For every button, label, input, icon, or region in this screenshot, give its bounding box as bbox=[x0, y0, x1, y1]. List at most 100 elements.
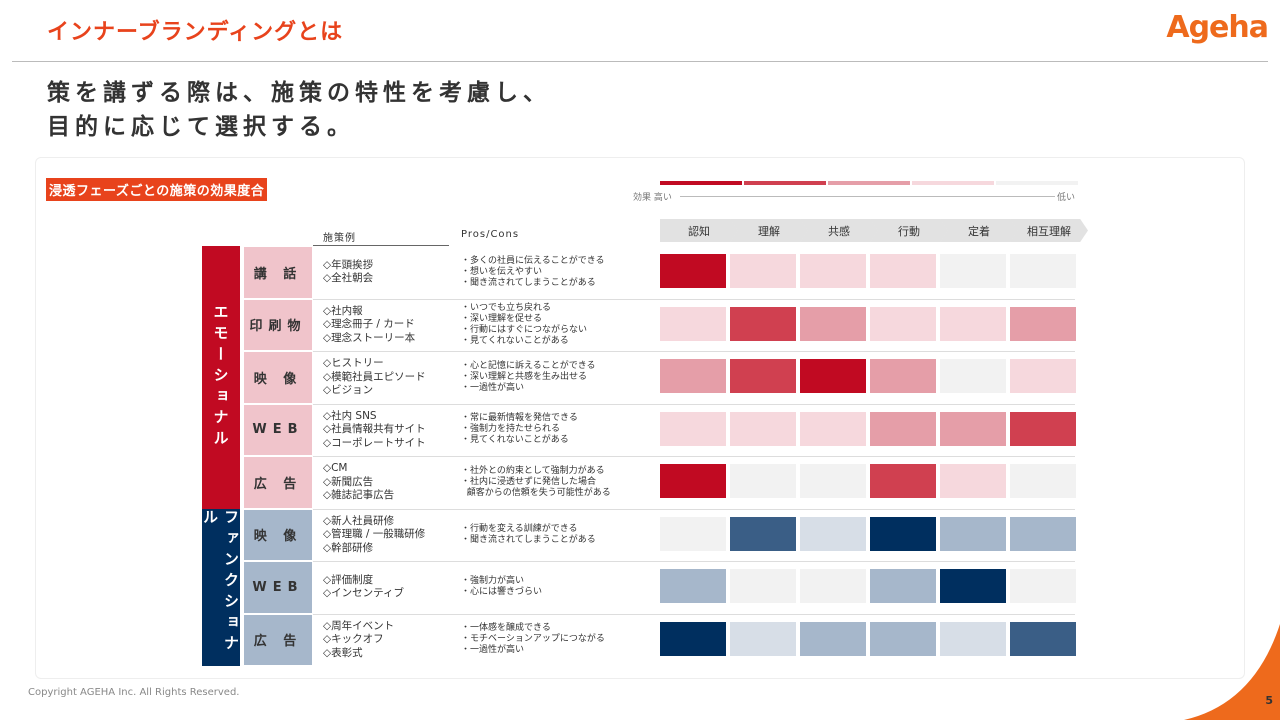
examples-cell: ◇ヒストリー ◇模範社員エピソード ◇ビジョン bbox=[323, 351, 453, 404]
headline-line-2: 目的に応じて選択する。 bbox=[47, 114, 355, 140]
legend-high-label: 効果 高い bbox=[633, 193, 672, 203]
example-item: ◇CM bbox=[323, 462, 348, 474]
example-item: ◇社員情報共有サイト bbox=[323, 423, 426, 435]
example-item: ◇ヒストリー bbox=[323, 357, 384, 369]
effect-cell bbox=[870, 516, 936, 551]
phase-header: 定着 bbox=[940, 219, 1018, 242]
effect-cell bbox=[1010, 621, 1076, 656]
example-item: ◇キックオフ bbox=[323, 633, 384, 645]
pros-cons-item: ・いつでも立ち戻れる bbox=[461, 302, 552, 313]
effect-cell bbox=[1010, 306, 1076, 341]
phase-header: 理解 bbox=[730, 219, 808, 242]
examples-cell: ◇周年イベント ◇キックオフ ◇表彰式 bbox=[323, 614, 453, 667]
pros-cons-cell: ・強制力が高い ・心には響きづらい bbox=[461, 561, 657, 614]
examples-column-header: 施策例 bbox=[323, 233, 356, 244]
example-item: ◇社内報 bbox=[323, 304, 363, 317]
row-label: 映 像 bbox=[244, 509, 312, 560]
pros-cons-item: ・社外との約束として強制力がある bbox=[461, 465, 605, 476]
examples-cell: ◇年頭挨拶 ◇全社朝会 bbox=[323, 246, 453, 299]
effect-cell bbox=[870, 464, 936, 498]
row-label: 広 告 bbox=[244, 614, 312, 665]
effect-cell bbox=[730, 464, 796, 498]
effect-cell bbox=[660, 306, 726, 341]
effect-cell bbox=[660, 569, 726, 603]
row-label: 映 像 bbox=[244, 352, 312, 403]
pros-cons-item: ・強制力が高い bbox=[461, 576, 525, 587]
headline-line-1: 策を講ずる際は、施策の特性を考慮し、 bbox=[47, 80, 551, 106]
page-number: 5 bbox=[1265, 694, 1273, 707]
effect-cell bbox=[1010, 464, 1076, 498]
pros-cons-item: 顧客からの信頼を失う可能性がある bbox=[461, 487, 611, 498]
legend-swatch-3 bbox=[828, 181, 910, 185]
effect-cell bbox=[940, 306, 1006, 341]
effect-cell bbox=[660, 254, 726, 288]
pros-cons-item: ・強制力を持たせられる bbox=[461, 424, 561, 435]
effect-cell bbox=[1010, 569, 1076, 603]
effect-cell bbox=[800, 569, 866, 603]
headline: 策を講ずる際は、施策の特性を考慮し、 目的に応じて選択する。 bbox=[47, 76, 551, 144]
pros-cons-item: ・深い理解と共感を生み出せる bbox=[461, 371, 588, 382]
example-item: ◇理念冊子 / カード bbox=[323, 318, 415, 330]
pros-cons-cell: ・多くの社員に伝えることができる ・想いを伝えやすい ・聞き流されてしまうことがある bbox=[461, 246, 657, 299]
examples-cell: ◇社内報 ◇理念冊子 / カード ◇理念ストーリー本 bbox=[323, 299, 453, 352]
page-title: インナーブランディングとは bbox=[47, 20, 344, 45]
pros-cons-item: ・社内に浸透せずに発信した場合 bbox=[461, 476, 597, 487]
effect-cell bbox=[660, 621, 726, 656]
example-item: ◇インセンティブ bbox=[323, 587, 404, 600]
example-item: ◇コーポレートサイト bbox=[323, 436, 426, 449]
example-item: ◇表彰式 bbox=[323, 646, 363, 659]
effect-cell bbox=[870, 621, 936, 656]
effect-cell bbox=[870, 569, 936, 603]
phase-header: 認知 bbox=[660, 219, 738, 242]
legend-line bbox=[680, 196, 1055, 197]
pros-cons-item: ・モチベーションアップにつながる bbox=[461, 634, 605, 645]
phase-header: 相互理解 bbox=[1010, 219, 1088, 242]
phase-header: 行動 bbox=[870, 219, 948, 242]
effect-cell bbox=[660, 359, 726, 393]
effect-cell bbox=[870, 359, 936, 393]
effect-cell bbox=[1010, 516, 1076, 551]
row-label: 広 告 bbox=[244, 457, 312, 508]
effect-cell bbox=[940, 569, 1006, 603]
effect-cell bbox=[800, 359, 866, 393]
effect-cell bbox=[730, 306, 796, 341]
effect-cell bbox=[940, 411, 1006, 446]
pros-cons-cell: ・心と記憶に訴えることができる ・深い理解と共感を生み出せる ・一過性が高い bbox=[461, 351, 657, 404]
example-item: ◇周年イベント bbox=[323, 619, 395, 632]
pros-cons-item: ・想いを伝えやすい bbox=[461, 266, 543, 277]
effect-cell bbox=[940, 464, 1006, 498]
example-item: ◇全社朝会 bbox=[323, 272, 374, 285]
row-label: WEB bbox=[244, 404, 312, 455]
pros-cons-item: ・一体感を醸成できる bbox=[461, 623, 551, 634]
effect-cell bbox=[730, 411, 796, 446]
legend-low-label: 低い bbox=[1057, 193, 1076, 203]
example-item: ◇年頭挨拶 bbox=[323, 258, 374, 271]
pros-cons-item: ・深い理解を促せる bbox=[461, 313, 543, 324]
effect-cell bbox=[800, 411, 866, 446]
effect-cell bbox=[870, 411, 936, 446]
effect-cell bbox=[660, 411, 726, 446]
legend-swatch-2 bbox=[744, 181, 826, 185]
phase-header: 共感 bbox=[800, 219, 878, 242]
example-item: ◇社内 SNS bbox=[323, 409, 377, 422]
example-item: ◇雑誌記事広告 bbox=[323, 489, 395, 501]
legend-swatch-5 bbox=[996, 181, 1078, 185]
functional-group-label: ファンクショナル bbox=[201, 508, 240, 666]
effect-cell bbox=[660, 516, 726, 551]
legend-swatch-1 bbox=[660, 181, 742, 185]
example-item: ◇模範社員エピソード bbox=[323, 370, 426, 383]
pros-cons-item: ・見てくれないことがある bbox=[461, 435, 569, 446]
effect-cell bbox=[730, 254, 796, 288]
legend-swatch-4 bbox=[912, 181, 994, 185]
pros-cons-cell: ・行動を変える訓練ができる ・聞き流されてしまうことがある bbox=[461, 509, 657, 562]
examples-cell: ◇新人社員研修 ◇管理職 / 一般職研修 ◇幹部研修 bbox=[323, 509, 453, 562]
effect-cell bbox=[940, 621, 1006, 656]
example-item: ◇ビジョン bbox=[323, 384, 374, 396]
pros-cons-cell: ・社外との約束として強制力がある ・社内に浸透せずに発信した場合 顧客からの信頼を… bbox=[461, 456, 657, 509]
pros-column-header: Pros/Cons bbox=[461, 229, 520, 240]
effect-cell bbox=[800, 306, 866, 341]
effect-cell bbox=[940, 516, 1006, 551]
effect-cell bbox=[800, 621, 866, 656]
pros-cons-item: ・一過性が高い bbox=[461, 382, 525, 393]
effect-cell bbox=[800, 516, 866, 551]
